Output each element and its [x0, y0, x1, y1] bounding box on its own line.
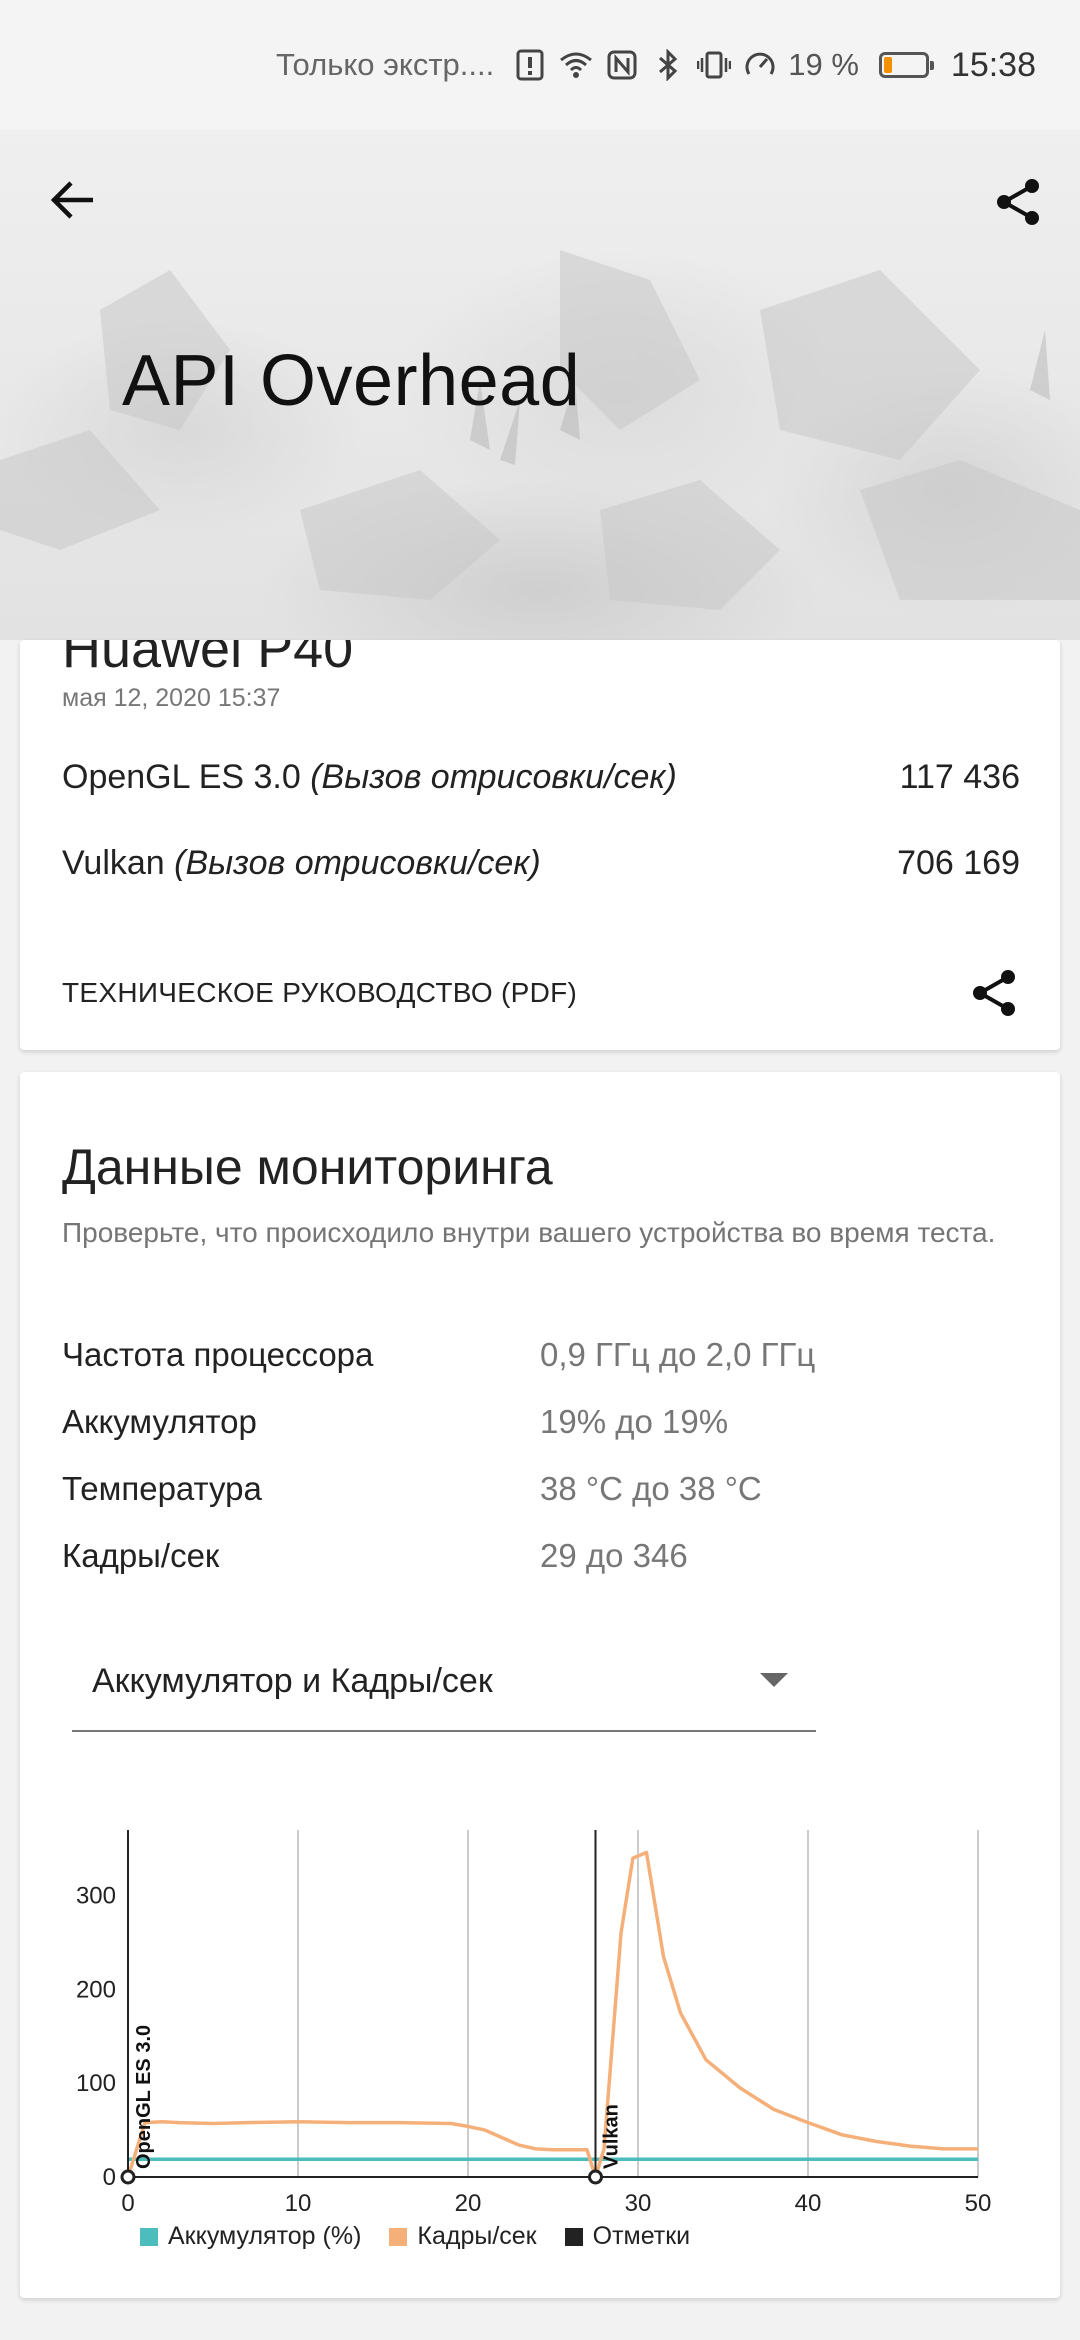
legend-label: Аккумулятор (%)	[168, 2222, 362, 2250]
tech-guide-link[interactable]: ТЕХНИЧЕСКОЕ РУКОВОДСТВО (PDF)	[62, 958, 1020, 1028]
y-tick-label: 300	[76, 1883, 116, 1910]
battery-icon	[878, 52, 934, 78]
monitor-value-battery: 19% до 19%	[540, 1403, 729, 1440]
legend-label: Кадры/сек	[417, 2222, 537, 2250]
arrow-left-icon	[50, 181, 93, 219]
monitor-label-temperature: Температура	[62, 1470, 262, 1507]
share-icon[interactable]	[968, 967, 1020, 1019]
x-tick-label: 50	[965, 2190, 992, 2217]
score-row-vulkan: Vulkan (Вызов отрисовки/сек) 706 169	[62, 844, 1020, 883]
page-title: API Overhead	[122, 341, 581, 421]
share-button[interactable]	[982, 166, 1054, 238]
monitoring-subtitle: Проверьте, что происходило внутри вашего…	[62, 1217, 996, 1248]
monitor-value-fps: 29 до 346	[540, 1537, 688, 1574]
series-line-1	[126, 1850, 978, 2179]
vibrate-icon	[696, 47, 732, 83]
x-tick-label: 10	[285, 2190, 312, 2217]
x-tick-label: 40	[795, 2190, 822, 2217]
carrier-label: Только экстр....	[276, 47, 495, 82]
battery-percent: 19 %	[788, 47, 859, 82]
result-date: мая 12, 2020 15:37	[62, 684, 281, 712]
legend-item-battery: Аккумулятор (%)	[140, 2222, 361, 2251]
score-unit: (Вызов отрисовки/сек)	[310, 758, 677, 796]
monitoring-card: Данные мониторинга Проверьте, что происх…	[20, 1072, 1060, 2298]
score-name: Vulkan	[62, 844, 165, 882]
legend-swatch	[140, 2227, 158, 2246]
monitor-value-temperature: 38 °C до 38 °C	[540, 1470, 762, 1507]
monitor-label-cpu: Частота процессора	[62, 1336, 374, 1373]
score-value: 117 436	[899, 758, 1020, 796]
status-bar: Только экстр.... 19 % 15:38	[0, 0, 1080, 130]
legend-swatch	[389, 2227, 408, 2246]
alert-icon	[512, 47, 548, 83]
legend-item-fps: Кадры/сек	[389, 2222, 537, 2251]
marker-label: OpenGL ES 3.0	[133, 2025, 155, 2169]
tech-guide-label: ТЕХНИЧЕСКОЕ РУКОВОДСТВО (PDF)	[62, 977, 578, 1008]
marker-point	[588, 2169, 603, 2185]
y-tick-label: 100	[76, 2070, 116, 2097]
monitoring-title: Данные мониторинга	[62, 1139, 553, 1195]
legend-item-markers: Отметки	[564, 2222, 691, 2251]
monitor-label-fps: Кадры/сек	[62, 1537, 220, 1574]
monitor-label-battery: Аккумулятор	[62, 1403, 257, 1440]
score-label: Vulkan (Вызов отрисовки/сек)	[62, 844, 541, 883]
x-tick-label: 0	[121, 2190, 134, 2217]
score-unit: (Вызов отрисовки/сек)	[174, 844, 541, 882]
dropdown-value: Аккумулятор и Кадры/сек	[92, 1661, 493, 1700]
chart-legend: Аккумулятор (%) Кадры/сек Отметки	[140, 2222, 700, 2251]
monitoring-chart: 0 10 20 30 40 50 0 100 200 300 OpenGL ES 3.0 Vulkan	[76, 1830, 992, 2217]
clock: 15:38	[950, 45, 1036, 84]
header-banner: API Overhead	[0, 130, 1080, 640]
chart-series-select[interactable]: Аккумулятор и Кадры/сек	[72, 1632, 816, 1732]
device-name: Huawei P40	[62, 640, 354, 679]
score-row-opengl: OpenGL ES 3.0 (Вызов отрисовки/сек) 117 …	[62, 758, 1020, 797]
nfc-icon	[604, 47, 640, 83]
legend-label: Отметки	[592, 2222, 691, 2250]
dropdown-arrow-icon	[760, 1673, 788, 1687]
score-name: OpenGL ES 3.0	[62, 758, 301, 796]
monitor-value-cpu: 0,9 ГГц до 2,0 ГГц	[540, 1336, 816, 1373]
bluetooth-icon	[650, 47, 686, 83]
score-label: OpenGL ES 3.0 (Вызов отрисовки/сек)	[62, 758, 677, 797]
legend-swatch	[564, 2227, 583, 2246]
back-button[interactable]	[40, 168, 104, 232]
result-card: Huawei P40 мая 12, 2020 15:37 OpenGL ES …	[20, 640, 1060, 1050]
y-tick-label: 0	[103, 2164, 116, 2191]
x-tick-label: 30	[625, 2190, 652, 2217]
marker-point	[120, 2169, 136, 2185]
y-tick-label: 200	[76, 1976, 116, 2003]
speed-gauge-icon	[742, 47, 778, 83]
score-value: 706 169	[897, 844, 1020, 882]
wifi-icon	[558, 47, 594, 83]
x-tick-label: 20	[455, 2190, 482, 2217]
marker-label: Vulkan	[601, 2104, 623, 2169]
share-icon	[997, 179, 1039, 225]
